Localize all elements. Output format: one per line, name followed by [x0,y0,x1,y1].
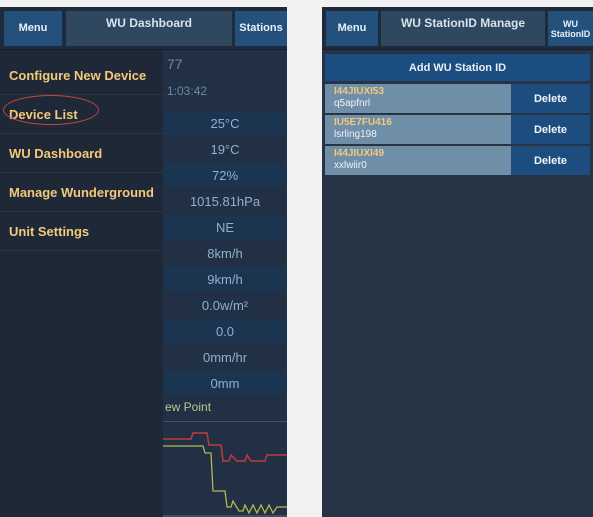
dashboard-row: 0mm [163,371,287,395]
dashboard-row: 25°C [163,111,287,135]
drawer-item-wu-dashboard[interactable]: WU Dashboard [0,135,163,173]
dashboard-row: 0mm/hr [202,349,248,365]
dew-point-chart [163,421,287,517]
drawer-item-configure-new-device[interactable]: Configure New Device [0,57,163,95]
station-info[interactable]: IU5E7FU416 lsrling198 [325,115,511,144]
chart-line-red [163,432,287,462]
station-key: q5apfnrl [334,98,371,109]
page-title: WU Dashboard [66,11,232,46]
stations-button[interactable]: Stations [235,11,287,46]
delete-button[interactable]: Delete [511,84,590,113]
dashboard-row: 8km/h [207,245,243,261]
dashboard-row: 1:03:42 [167,84,208,98]
station-key: xxlwiir0 [334,160,367,171]
dashboard-screen: Menu WU Dashboard Stations 77 1:03:42 25… [0,7,287,517]
top-bar: Menu WU Dashboard Stations [0,7,287,50]
dashboard-row: 19°C [210,141,240,157]
highlight-circle [3,95,99,125]
chart-label: ew Point [165,400,212,414]
station-id: I44JIUXI53 [334,86,385,97]
drawer-item-unit-settings[interactable]: Unit Settings [0,213,163,251]
station-info[interactable]: I44JIUXI49 xxlwiir0 [325,146,511,175]
page-title: WU StationID Manage [381,11,545,46]
chart-line-yellow [163,445,287,515]
dashboard-row: 77 [167,56,183,72]
wu-stationid-label-line1: WU [563,18,578,29]
station-id: I44JIUXI49 [334,148,385,159]
delete-button[interactable]: Delete [511,115,590,144]
wu-stationid-label-line2: StationID [550,28,591,39]
station-row: IU5E7FU416 lsrling198 Delete [325,115,590,144]
menu-button[interactable]: Menu [326,11,378,46]
nav-drawer: Configure New Device Device List WU Dash… [0,50,163,517]
station-id-manage-screen: Menu WU StationID Manage WU StationID Ad… [322,7,593,517]
dashboard-row: 9km/h [163,267,287,291]
drawer-item-manage-wunderground[interactable]: Manage Wunderground [0,174,163,212]
dashboard-row: 0.0 [163,319,287,343]
dashboard-values: 77 1:03:42 25°C 19°C 72% 1015.81hPa NE 8… [163,50,287,517]
station-row: I44JIUXI53 q5apfnrl Delete [325,84,590,113]
station-id: IU5E7FU416 [334,117,392,128]
station-key: lsrling198 [334,129,377,140]
dashboard-row: NE [163,215,287,239]
wu-stationid-button[interactable]: WU StationID [548,11,593,46]
station-info[interactable]: I44JIUXI53 q5apfnrl [325,84,511,113]
dashboard-row: 0.0w/m² [201,297,249,313]
add-station-button[interactable]: Add WU Station ID [325,54,590,81]
dashboard-row: 1015.81hPa [189,193,261,209]
station-row: I44JIUXI49 xxlwiir0 Delete [325,146,590,175]
top-bar: Menu WU StationID Manage WU StationID [322,7,593,50]
dashboard-row: 72% [163,163,287,187]
menu-button[interactable]: Menu [4,11,62,46]
delete-button[interactable]: Delete [511,146,590,175]
